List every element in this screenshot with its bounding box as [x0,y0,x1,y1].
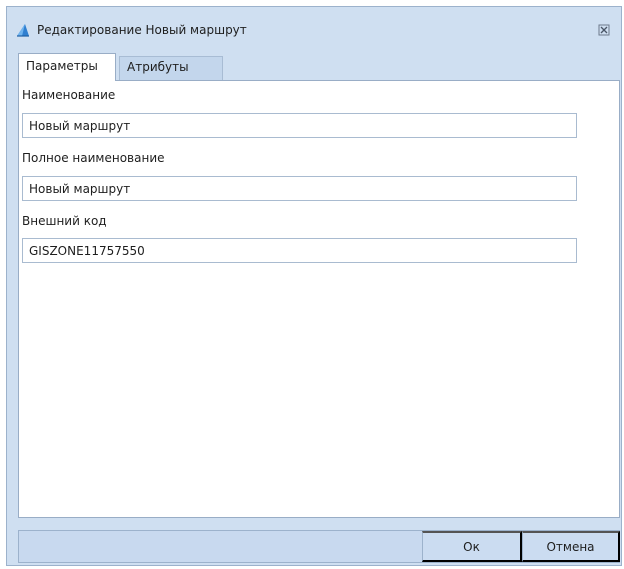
name-input[interactable] [22,113,577,138]
tab-attributes[interactable]: Атрибуты [119,56,223,80]
edit-route-dialog: Редактирование Новый маршрут Параметры А… [6,6,622,566]
title-bar[interactable]: Редактирование Новый маршрут [7,7,621,51]
name-label: Наименование [22,88,116,102]
footer-bar: Ок Отмена [18,530,620,563]
external-code-input[interactable] [22,238,577,263]
close-icon [598,24,610,36]
tab-parameters-label: Параметры [26,59,98,73]
close-button[interactable] [595,21,613,39]
ok-button[interactable]: Ок [422,531,522,562]
full-name-label: Полное наименование [22,151,165,165]
parameters-panel: Наименование Полное наименование Внешний… [18,80,620,518]
external-code-label: Внешний код [22,214,107,228]
cancel-button[interactable]: Отмена [522,531,620,562]
window-title: Редактирование Новый маршрут [37,23,247,37]
app-triangle-icon [17,24,29,37]
tab-parameters[interactable]: Параметры [18,53,116,81]
tab-attributes-label: Атрибуты [127,60,189,74]
full-name-input[interactable] [22,176,577,201]
